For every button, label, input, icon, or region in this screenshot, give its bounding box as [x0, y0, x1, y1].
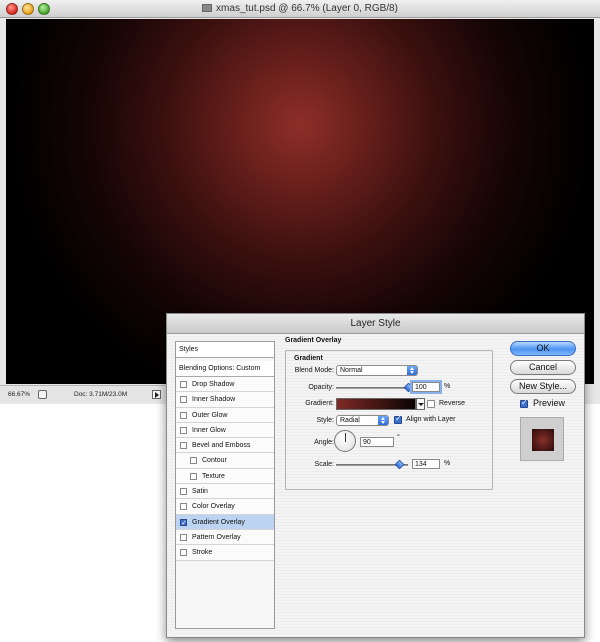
reverse-label: Reverse — [439, 400, 466, 407]
style-label: Style: — [316, 417, 334, 424]
blending-options-item[interactable]: Blending Options: Custom — [176, 361, 274, 377]
psd-file-icon — [202, 4, 213, 12]
effect-item-pattern-overlay[interactable]: Pattern Overlay — [176, 529, 274, 546]
effect-item-bevel-and-emboss[interactable]: Bevel and Emboss — [176, 438, 274, 454]
effect-checkbox-pattern-overlay[interactable] — [180, 533, 187, 541]
effect-item-texture[interactable]: Texture — [176, 468, 274, 485]
effect-label: Gradient Overlay — [192, 518, 245, 526]
effect-item-inner-shadow[interactable]: Inner Shadow — [176, 392, 274, 408]
styles-list: Styles Blending Options: Custom Drop Sha… — [175, 341, 275, 629]
preview-checkbox[interactable] — [520, 398, 528, 408]
blend-mode-value: Normal — [340, 367, 363, 374]
effect-label: Color Overlay — [192, 503, 235, 511]
effect-label: Pattern Overlay — [192, 533, 241, 541]
effect-checkbox-texture[interactable] — [190, 472, 197, 480]
angle-unit: ° — [397, 434, 400, 441]
angle-input[interactable]: 90 — [360, 437, 394, 447]
preview-swatch — [532, 429, 554, 451]
effect-label: Outer Glow — [192, 411, 228, 419]
dialog-title[interactable]: Layer Style — [167, 314, 584, 334]
opacity-slider[interactable] — [336, 382, 414, 393]
style-select[interactable]: Radial — [336, 415, 389, 426]
zoom-level[interactable]: 66.67% — [8, 386, 30, 403]
scale-slider[interactable] — [336, 459, 408, 470]
doc-size-readout: Doc: 3.71M/23.0M — [74, 391, 128, 398]
reverse-checkbox[interactable] — [427, 400, 435, 408]
blend-mode-label: Blend Mode: — [294, 367, 334, 374]
effect-checkbox-stroke[interactable] — [180, 549, 187, 557]
ok-button[interactable]: OK — [510, 341, 576, 356]
document-title-text: xmas_tut.psd @ 66.7% (Layer 0, RGB/8) — [216, 3, 398, 14]
effect-item-stroke[interactable]: Stroke — [176, 545, 274, 561]
document-title: xmas_tut.psd @ 66.7% (Layer 0, RGB/8) — [0, 0, 600, 18]
scale-unit: % — [444, 460, 451, 467]
cancel-button[interactable]: Cancel — [510, 360, 576, 375]
effect-label: Drop Shadow — [192, 381, 235, 388]
align-with-layer-label: Align with Layer — [406, 416, 456, 423]
effect-label: Satin — [192, 488, 208, 496]
select-arrows-icon — [407, 366, 417, 375]
gradient-subgroup: Gradient Blend Mode: Normal Opacity: 100… — [285, 350, 493, 490]
new-style-button[interactable]: New Style... — [510, 379, 576, 394]
effect-checkbox-bevel-and-emboss[interactable] — [180, 442, 187, 450]
gradient-dropdown-icon[interactable] — [416, 398, 425, 410]
styles-header[interactable]: Styles — [176, 342, 274, 358]
angle-label: Angle: — [314, 439, 334, 446]
gradient-label: Gradient: — [305, 400, 334, 407]
status-bar: 66.67% Doc: 3.71M/23.0M — [0, 385, 165, 402]
document-titlebar[interactable]: xmas_tut.psd @ 66.7% (Layer 0, RGB/8) — [0, 0, 600, 18]
group-title: Gradient Overlay — [285, 337, 342, 344]
effect-item-outer-glow[interactable]: Outer Glow — [176, 407, 274, 423]
select-arrows-icon — [378, 416, 388, 425]
gradient-overlay-group: Gradient Overlay Gradient Blend Mode: No… — [285, 337, 500, 499]
subgroup-title: Gradient — [294, 355, 323, 362]
effect-label: Inner Shadow — [192, 396, 236, 404]
effect-label: Inner Glow — [192, 426, 226, 434]
scale-slider-thumb[interactable] — [394, 459, 405, 470]
style-value: Radial — [340, 417, 360, 424]
effects-list: Drop Shadow Inner Shadow Outer Glow Inner G… — [176, 377, 274, 561]
effect-checkbox-inner-glow[interactable] — [180, 426, 187, 434]
blend-mode-select[interactable]: Normal — [336, 365, 418, 376]
layer-style-dialog: Layer Style Styles Blending Options: Cus… — [166, 313, 585, 638]
scale-label: Scale: — [314, 461, 334, 468]
effect-label: Bevel and Emboss — [192, 442, 251, 450]
effect-checkbox-outer-glow[interactable] — [180, 411, 187, 419]
style-preview-thumbnail — [520, 417, 564, 461]
opacity-label: Opacity: — [308, 384, 334, 391]
effect-checkbox-color-overlay[interactable] — [180, 503, 187, 511]
effect-item-color-overlay[interactable]: Color Overlay — [176, 499, 274, 515]
effect-item-contour[interactable]: Contour — [176, 453, 274, 469]
effect-checkbox-satin[interactable] — [180, 488, 187, 496]
align-with-layer-checkbox[interactable] — [394, 414, 402, 424]
effect-label: Stroke — [192, 549, 213, 557]
effect-item-gradient-overlay[interactable]: Gradient Overlay — [176, 514, 274, 531]
angle-dial[interactable] — [334, 430, 356, 452]
status-menu-arrow-icon[interactable] — [152, 390, 161, 399]
effect-checkbox-contour[interactable] — [190, 457, 197, 465]
effect-checkbox-drop-shadow[interactable] — [180, 381, 187, 388]
opacity-unit: % — [444, 383, 451, 390]
effect-item-drop-shadow[interactable]: Drop Shadow — [176, 377, 274, 393]
effect-checkbox-gradient-overlay[interactable] — [180, 516, 187, 531]
effect-label: Contour — [202, 457, 227, 465]
status-options-icon[interactable] — [38, 390, 47, 399]
opacity-input[interactable]: 100 — [412, 382, 440, 392]
effect-checkbox-inner-shadow[interactable] — [180, 396, 187, 404]
gradient-swatch[interactable] — [336, 398, 416, 410]
effect-item-inner-glow[interactable]: Inner Glow — [176, 422, 274, 439]
effect-label: Texture — [202, 472, 225, 480]
effect-item-satin[interactable]: Satin — [176, 484, 274, 500]
scale-input[interactable]: 134 — [412, 459, 440, 469]
preview-label: Preview — [533, 398, 566, 408]
